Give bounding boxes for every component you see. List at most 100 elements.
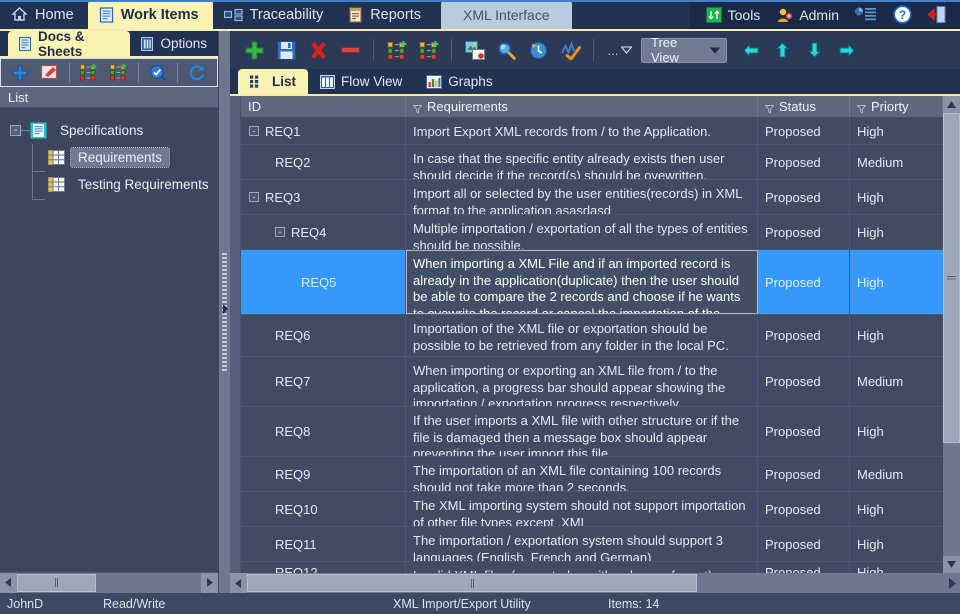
grid-header-requirements[interactable]: Requirements xyxy=(406,96,758,117)
save-icon-button[interactable] xyxy=(272,36,301,64)
list-report-icon-button[interactable] xyxy=(849,7,883,22)
check-search-icon-button[interactable] xyxy=(144,60,172,85)
menu-admin[interactable]: Admin xyxy=(770,7,845,23)
cell-id[interactable]: - REQ1 xyxy=(241,118,406,144)
cell-status[interactable]: Proposed xyxy=(758,118,850,144)
edit-icon-button[interactable] xyxy=(36,60,64,85)
menu-tab-reports[interactable]: Reports xyxy=(337,0,435,29)
grid-horizontal-scrollbar[interactable] xyxy=(230,573,960,593)
cell-status[interactable]: Proposed xyxy=(758,145,850,179)
view-mode-select[interactable]: Tree View xyxy=(641,35,727,65)
scroll-thumb[interactable] xyxy=(17,573,96,592)
filter-icon[interactable] xyxy=(412,102,423,114)
tab-graphs[interactable]: Graphs xyxy=(414,69,504,94)
add-node-icon-button[interactable] xyxy=(382,36,411,64)
cell-id[interactable]: REQ9 xyxy=(241,457,406,491)
table-row[interactable]: REQ12 Invalid XML files (corrupted or wit… xyxy=(241,562,943,573)
copy-paste-icon-button[interactable] xyxy=(460,36,489,64)
cell-status[interactable]: Proposed xyxy=(758,315,850,356)
scroll-left-button[interactable] xyxy=(230,573,247,593)
scroll-left-button[interactable] xyxy=(0,572,17,593)
cell-priority[interactable]: High xyxy=(850,527,943,561)
document-tab-xml-interface[interactable]: XML Interface xyxy=(440,0,572,29)
help-icon-button[interactable]: ? xyxy=(887,5,918,24)
table-row[interactable]: - REQ1 Import Export XML records from / to… xyxy=(241,118,943,145)
tab-list[interactable]: List xyxy=(238,69,309,94)
scroll-track[interactable] xyxy=(17,572,201,593)
table-row[interactable]: REQ10 The XML importing system should not… xyxy=(241,492,943,527)
cell-id[interactable]: REQ11 xyxy=(241,527,406,561)
filter-icon[interactable] xyxy=(856,102,867,114)
cell-requirements[interactable]: Multiple importation / exportation of al… xyxy=(406,215,758,249)
tree-item-specifications[interactable]: - Specifications xyxy=(0,117,218,144)
cell-priority[interactable]: High xyxy=(850,407,943,456)
splitter-collapse-arrow[interactable] xyxy=(221,303,229,315)
table-row[interactable]: REQ6 Importation of the XML file or expor… xyxy=(241,315,943,357)
table-row[interactable]: - REQ3 Import all or selected by the user … xyxy=(241,180,943,215)
cell-status[interactable]: Proposed xyxy=(758,215,850,249)
cell-priority[interactable]: High xyxy=(850,492,943,526)
validate-icon-button[interactable] xyxy=(556,36,585,64)
cell-priority[interactable]: High xyxy=(850,315,943,356)
cell-status[interactable]: Proposed xyxy=(758,357,850,406)
grid-vertical-scrollbar[interactable] xyxy=(943,96,960,573)
cell-requirements[interactable]: Import Export XML records from / to the … xyxy=(406,118,758,144)
cell-priority[interactable]: High xyxy=(850,180,943,214)
nav-right-button[interactable] xyxy=(832,36,861,64)
horizontal-scroll-track[interactable] xyxy=(247,573,943,593)
scroll-up-button[interactable] xyxy=(943,96,960,113)
tab-flow-view[interactable]: Flow View xyxy=(308,69,414,94)
cell-requirements[interactable]: Importation of the XML file or exportati… xyxy=(406,315,758,356)
menu-tab-home[interactable]: Home xyxy=(0,0,88,29)
more-options-button[interactable]: ... xyxy=(602,36,638,64)
table-row[interactable]: REQ11 The importation / exportation syste… xyxy=(241,527,943,562)
cell-priority[interactable]: High xyxy=(850,250,943,314)
row-expander-icon[interactable]: - xyxy=(249,126,259,136)
scroll-right-button[interactable] xyxy=(943,573,960,593)
cell-status[interactable]: Proposed xyxy=(758,457,850,491)
table-row[interactable]: REQ8 If the user imports a XML file with … xyxy=(241,407,943,457)
add-child-node-icon-button[interactable] xyxy=(105,60,133,85)
cell-id[interactable]: - REQ4 xyxy=(241,215,406,249)
cell-requirements[interactable]: In case that the specific entity already… xyxy=(406,145,758,179)
cell-status[interactable]: Proposed xyxy=(758,492,850,526)
add-icon-button[interactable] xyxy=(6,60,34,85)
grid-header-id[interactable]: ID xyxy=(241,96,406,117)
table-row[interactable]: - REQ4 Multiple importation / exportation … xyxy=(241,215,943,250)
cell-id[interactable]: - REQ3 xyxy=(241,180,406,214)
cell-id[interactable]: REQ6 xyxy=(241,315,406,356)
menu-tools[interactable]: Tools xyxy=(700,6,767,23)
menu-tab-work-items[interactable]: Work Items xyxy=(87,0,213,29)
menu-tab-traceability[interactable]: Traceability xyxy=(213,0,338,29)
add-node-icon-button[interactable] xyxy=(75,60,103,85)
vertical-scroll-thumb[interactable] xyxy=(943,113,960,443)
cell-requirements[interactable]: When importing or exporting an XML file … xyxy=(406,357,758,406)
table-row[interactable]: REQ5 When importing a XML File and if an … xyxy=(241,250,943,315)
left-panel-horizontal-scrollbar[interactable] xyxy=(0,571,218,593)
cell-requirements-editor[interactable]: When importing a XML File and if an impo… xyxy=(406,250,758,314)
add-child-node-icon-button[interactable] xyxy=(414,36,443,64)
cell-priority[interactable]: High xyxy=(850,118,943,144)
row-expander-icon[interactable]: - xyxy=(249,192,259,202)
remove-icon-button[interactable] xyxy=(336,36,365,64)
vertical-scroll-track[interactable] xyxy=(943,113,960,556)
table-row[interactable]: REQ2 In case that the specific entity alr… xyxy=(241,145,943,180)
logout-icon-button[interactable] xyxy=(922,6,952,23)
panel-splitter[interactable] xyxy=(219,31,230,593)
cell-status[interactable]: Proposed xyxy=(758,562,850,573)
cell-requirements[interactable]: Invalid XML files (corrupted or with unk… xyxy=(406,562,758,573)
nav-down-button[interactable] xyxy=(800,36,829,64)
nav-left-button[interactable] xyxy=(736,36,765,64)
cell-priority[interactable]: Medium xyxy=(850,457,943,491)
cell-id[interactable]: REQ10 xyxy=(241,492,406,526)
grid-header-status[interactable]: Status xyxy=(758,96,850,117)
cell-requirements[interactable]: Import all or selected by the user entit… xyxy=(406,180,758,214)
cell-id[interactable]: REQ7 xyxy=(241,357,406,406)
scroll-down-button[interactable] xyxy=(943,556,960,573)
cell-requirements[interactable]: The importation of an XML file containin… xyxy=(406,457,758,491)
cell-requirements[interactable]: If the user imports a XML file with othe… xyxy=(406,407,758,456)
table-row[interactable]: REQ9 The importation of an XML file conta… xyxy=(241,457,943,492)
cell-id[interactable]: REQ12 xyxy=(241,562,406,573)
cell-priority[interactable]: Medium xyxy=(850,357,943,406)
cell-id[interactable]: REQ2 xyxy=(241,145,406,179)
